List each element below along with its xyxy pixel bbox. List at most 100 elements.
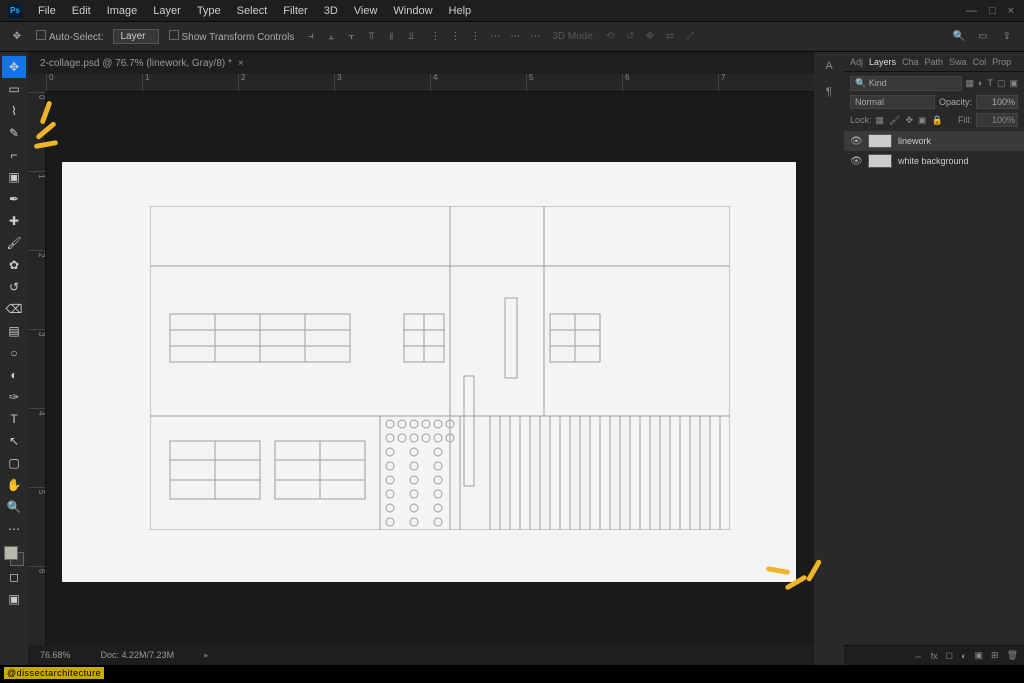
- tab-channels[interactable]: Cha: [902, 57, 919, 67]
- eraser-tool[interactable]: ⌫: [2, 298, 26, 320]
- menu-type[interactable]: Type: [189, 5, 229, 17]
- path-select-tool[interactable]: ↖: [2, 430, 26, 452]
- pen-tool[interactable]: ✑: [2, 386, 26, 408]
- filter-type-icon[interactable]: T: [987, 78, 993, 89]
- tab-layers[interactable]: Layers: [869, 57, 896, 67]
- visibility-icon[interactable]: 👁: [850, 136, 862, 147]
- tab-properties[interactable]: Prop: [992, 57, 1011, 67]
- menu-edit[interactable]: Edit: [64, 5, 99, 17]
- fill-input[interactable]: 100%: [976, 113, 1018, 127]
- maximize-button[interactable]: □: [989, 5, 996, 17]
- minimize-button[interactable]: —: [966, 5, 977, 17]
- close-tab-icon[interactable]: ×: [238, 58, 244, 69]
- canvas[interactable]: [62, 162, 796, 582]
- align-left-icon[interactable]: ⫞: [304, 30, 318, 44]
- new-layer-icon[interactable]: ⊞: [991, 650, 999, 661]
- menu-layer[interactable]: Layer: [145, 5, 189, 17]
- edit-toolbar[interactable]: ⋯: [2, 518, 26, 540]
- ruler-vertical[interactable]: 0123456: [28, 92, 46, 645]
- text-tool[interactable]: T: [2, 408, 26, 430]
- tab-adjustments[interactable]: Adj: [850, 57, 863, 67]
- pan-icon[interactable]: ✥: [643, 30, 657, 44]
- dist-1-icon[interactable]: ⋮: [428, 30, 442, 44]
- crop-tool[interactable]: ⌐: [2, 144, 26, 166]
- align-middle-icon[interactable]: ⫲: [384, 30, 398, 44]
- tab-swatches[interactable]: Swa: [949, 57, 967, 67]
- orbit-icon[interactable]: ⟲: [603, 30, 617, 44]
- adjustment-icon[interactable]: ◐: [961, 651, 966, 661]
- layer-thumb[interactable]: [868, 154, 892, 168]
- filter-pixel-icon[interactable]: ▦: [966, 78, 975, 89]
- hand-tool[interactable]: ✋: [2, 474, 26, 496]
- blend-mode-select[interactable]: Normal: [850, 95, 935, 109]
- character-panel-icon[interactable]: A: [825, 60, 832, 72]
- doc-size-readout[interactable]: Doc: 4.22M/7.23M: [101, 650, 175, 660]
- lock-all-icon[interactable]: 🔒: [932, 115, 943, 126]
- move-tool[interactable]: ✥: [2, 56, 26, 78]
- share-icon[interactable]: ⇪: [1000, 30, 1014, 44]
- dist-5-icon[interactable]: ⋯: [508, 30, 522, 44]
- lock-pixel-icon[interactable]: 🖌: [889, 115, 900, 126]
- link-icon[interactable]: ⇔: [914, 651, 923, 661]
- dodge-tool[interactable]: ◐: [2, 364, 26, 386]
- fx-icon[interactable]: fx: [931, 651, 938, 661]
- document-tab[interactable]: 2-collage.psd @ 76.7% (linework, Gray/8)…: [36, 56, 260, 71]
- close-button[interactable]: ×: [1008, 5, 1014, 17]
- fg-swatch[interactable]: [4, 546, 18, 560]
- brush-tool[interactable]: 🖌: [2, 232, 26, 254]
- tab-paths[interactable]: Path: [925, 57, 944, 67]
- blur-tool[interactable]: ○: [2, 342, 26, 364]
- kind-filter[interactable]: 🔍 Kind: [850, 76, 962, 91]
- history-brush-tool[interactable]: ↺: [2, 276, 26, 298]
- tab-color[interactable]: Col: [973, 57, 987, 67]
- menu-select[interactable]: Select: [229, 5, 276, 17]
- lasso-tool[interactable]: ⌇: [2, 100, 26, 122]
- stamp-tool[interactable]: ✿: [2, 254, 26, 276]
- dist-4-icon[interactable]: ⋯: [488, 30, 502, 44]
- align-bottom-icon[interactable]: ⫫: [404, 30, 418, 44]
- color-swatches[interactable]: [4, 546, 24, 566]
- marquee-tool[interactable]: ▭: [2, 78, 26, 100]
- auto-select-target[interactable]: Layer: [113, 29, 158, 44]
- ruler-horizontal[interactable]: 01234567: [46, 74, 814, 92]
- menu-image[interactable]: Image: [99, 5, 146, 17]
- opacity-input[interactable]: 100%: [976, 95, 1018, 109]
- lock-pos-icon[interactable]: ✥: [905, 115, 913, 126]
- menu-window[interactable]: Window: [385, 5, 440, 17]
- search-icon[interactable]: 🔍: [952, 30, 966, 44]
- auto-select-check[interactable]: Auto-Select:: [36, 30, 103, 43]
- screen-mode-tool[interactable]: ▣: [2, 588, 26, 610]
- healing-tool[interactable]: ✚: [2, 210, 26, 232]
- layer-row[interactable]: 👁 white background: [844, 151, 1024, 171]
- workspace-icon[interactable]: ▭: [976, 30, 990, 44]
- mask-icon[interactable]: ◻: [946, 650, 953, 661]
- layer-row[interactable]: 👁 linework: [844, 131, 1024, 151]
- dist-2-icon[interactable]: ⋮: [448, 30, 462, 44]
- dist-6-icon[interactable]: ⋯: [528, 30, 542, 44]
- align-right-icon[interactable]: ⫟: [344, 30, 358, 44]
- show-transform-check[interactable]: Show Transform Controls: [169, 30, 295, 43]
- menu-filter[interactable]: Filter: [275, 5, 315, 17]
- lock-trans-icon[interactable]: ▦: [876, 115, 885, 126]
- status-arrow-icon[interactable]: ▸: [204, 650, 209, 661]
- quick-select-tool[interactable]: ✎: [2, 122, 26, 144]
- zoom-readout[interactable]: 76.68%: [40, 650, 71, 660]
- menu-3d[interactable]: 3D: [316, 5, 346, 17]
- filter-adjust-icon[interactable]: ◐: [978, 78, 983, 89]
- zoom-tool[interactable]: 🔍: [2, 496, 26, 518]
- roll-icon[interactable]: ↺: [623, 30, 637, 44]
- group-icon[interactable]: ▣: [975, 650, 984, 661]
- lock-nest-icon[interactable]: ▣: [918, 115, 927, 126]
- menu-view[interactable]: View: [346, 5, 386, 17]
- trash-icon[interactable]: 🗑: [1007, 650, 1018, 661]
- menu-help[interactable]: Help: [441, 5, 480, 17]
- slide-icon[interactable]: ⇄: [663, 30, 677, 44]
- paragraph-panel-icon[interactable]: ¶: [826, 86, 832, 98]
- visibility-icon[interactable]: 👁: [850, 156, 862, 167]
- frame-tool[interactable]: ▣: [2, 166, 26, 188]
- align-top-icon[interactable]: ⫪: [364, 30, 378, 44]
- menu-file[interactable]: File: [30, 5, 64, 17]
- quick-mask-tool[interactable]: ◻: [2, 566, 26, 588]
- layer-name[interactable]: linework: [898, 136, 931, 146]
- dist-3-icon[interactable]: ⋮: [468, 30, 482, 44]
